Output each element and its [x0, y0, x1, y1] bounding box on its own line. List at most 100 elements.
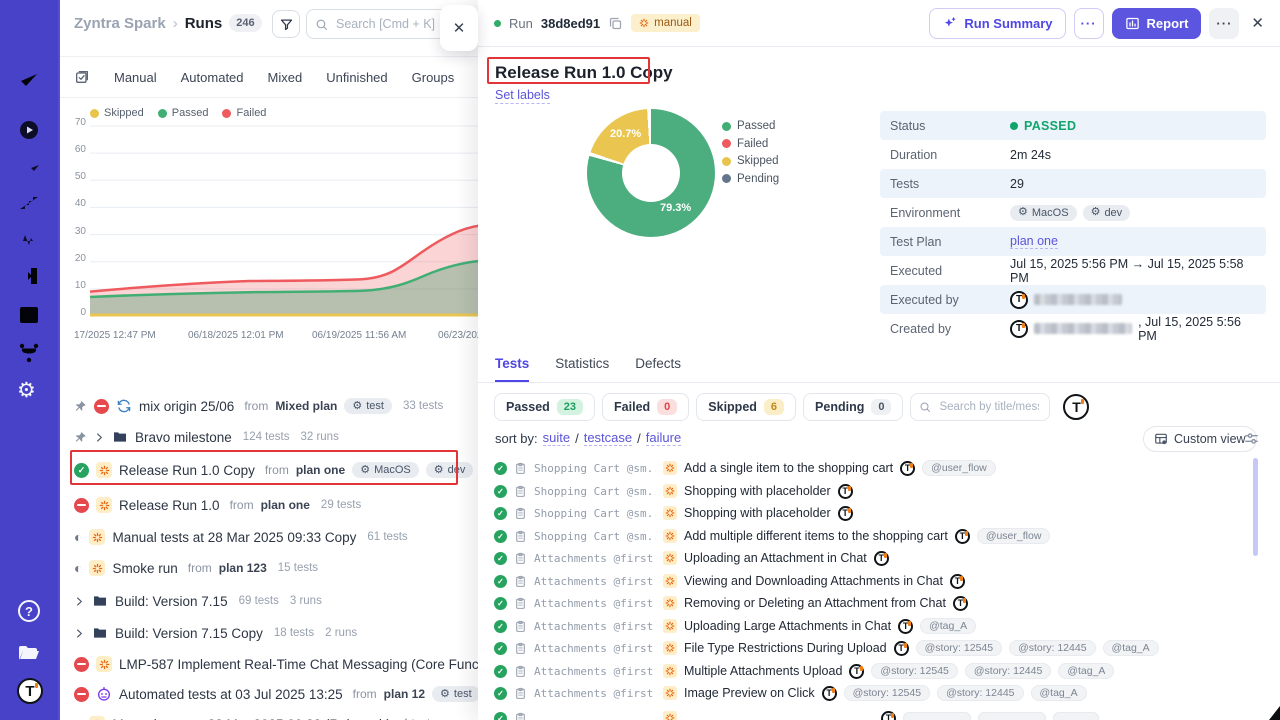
tag-badge[interactable]: @story: 12445 [1009, 640, 1095, 656]
tests-search-input[interactable] [937, 400, 1041, 414]
tab-unfinished[interactable]: Unfinished [326, 70, 387, 85]
report-button[interactable]: Report [1112, 8, 1202, 39]
run-plan-link[interactable]: plan one [261, 498, 310, 512]
tag-badge[interactable]: @story: 12545 [844, 685, 930, 701]
tag-badge[interactable]: @user_flow [977, 528, 1051, 544]
run-plan-link[interactable]: Mixed plan [275, 399, 337, 413]
test-title[interactable]: Uploading Large Attachments in Chat [684, 619, 891, 633]
tab-groups[interactable]: Groups [412, 70, 455, 85]
suite-name[interactable]: Attachments @first [534, 620, 656, 633]
test-row[interactable]: ✓ Shopping Cart @sm... Add multiple diff… [494, 525, 1050, 547]
suite-name[interactable]: Shopping Cart @sm... [534, 462, 656, 475]
test-plans-icon[interactable] [17, 152, 41, 176]
check-icon[interactable] [17, 68, 41, 92]
select-runs-icon[interactable] [74, 69, 90, 85]
filter-skipped-button[interactable]: Skipped6 [696, 393, 796, 421]
help-icon[interactable]: ? [18, 600, 40, 622]
set-labels-link[interactable]: Set labels [495, 88, 550, 104]
run-row[interactable]: ◐ Manual tests at 28 Mar 2025 09:33 (Rel… [60, 710, 478, 720]
breadcrumb-project[interactable]: Zyntra Spark [74, 15, 166, 32]
tag-badge[interactable] [978, 712, 1046, 720]
run-row[interactable]: Bravo milestone 124 tests 32 runs [60, 423, 478, 451]
run-row-selected[interactable]: ✓ Release Run 1.0 Copy from plan one ⚙Ma… [60, 456, 478, 484]
test-title[interactable]: Shopping with placeholder [684, 484, 831, 498]
import-icon[interactable] [17, 264, 41, 288]
test-title[interactable]: Viewing and Downloading Attachments in C… [684, 574, 943, 588]
test-row[interactable]: ✓ Attachments @first File Type Restricti… [494, 637, 1159, 659]
projects-folder-icon[interactable] [17, 640, 41, 664]
sort-by-failure[interactable]: failure [646, 430, 681, 446]
tag-badge[interactable]: @tag_A [1058, 663, 1114, 679]
run-plan-link[interactable]: plan 12 [384, 687, 425, 701]
runs-icon[interactable] [17, 118, 41, 142]
test-row[interactable]: ✓ Attachments @first Removing or Deletin… [494, 592, 968, 614]
close-detail-button[interactable]: ✕ [1251, 14, 1264, 32]
tag-badge[interactable] [903, 712, 971, 720]
test-row[interactable]: ✓ Shopping Cart @sm... Add a single item… [494, 457, 996, 479]
test-title[interactable]: Removing or Deleting an Attachment from … [684, 596, 946, 610]
tag-badge[interactable]: @tag_A [1031, 685, 1087, 701]
test-plan-link[interactable]: plan one [1010, 234, 1058, 249]
tag-badge[interactable]: @story: 12545 [871, 663, 957, 679]
tab-defects[interactable]: Defects [635, 356, 681, 382]
tab-manual[interactable]: Manual [114, 70, 157, 85]
suite-name[interactable]: Attachments @first [534, 665, 656, 678]
tag-badge[interactable]: @tag_A [920, 618, 976, 634]
tag-badge[interactable]: @story: 12445 [937, 685, 1023, 701]
chevron-right-icon[interactable] [74, 596, 85, 607]
suite-name[interactable]: Attachments @first [534, 642, 656, 655]
reports-icon[interactable] [17, 303, 41, 327]
suite-name[interactable]: Attachments @first [534, 552, 656, 565]
tag-badge[interactable] [1053, 712, 1099, 720]
tag-badge[interactable]: @user_flow [922, 460, 996, 476]
run-plan-link[interactable]: plan 123 [219, 561, 267, 575]
test-row[interactable]: ✓ Attachments @first Uploading Large Att… [494, 615, 976, 637]
test-row[interactable]: ✓ Attachments @first Uploading an Attach… [494, 547, 889, 569]
test-title[interactable]: Image Preview on Click [684, 686, 815, 700]
test-title[interactable]: Shopping with placeholder [684, 506, 831, 520]
tag-badge[interactable]: @story: 12445 [965, 663, 1051, 679]
summary-more-button[interactable]: ··· [1074, 8, 1104, 39]
run-row[interactable]: mix origin 25/06 from Mixed plan ⚙test 3… [60, 392, 478, 420]
run-row[interactable]: Automated tests at 03 Jul 2025 13:25 fro… [60, 680, 478, 708]
test-title[interactable]: File Type Restrictions During Upload [684, 641, 887, 655]
steps-icon[interactable] [17, 190, 41, 214]
breadcrumb-section[interactable]: Runs [185, 15, 223, 32]
test-title[interactable]: Add a single item to the shopping cart [684, 461, 893, 475]
run-row[interactable]: LMP-587 Implement Real-Time Chat Messagi… [60, 650, 478, 678]
tests-search[interactable] [910, 393, 1050, 421]
settings-gear-icon[interactable]: ⚙ [17, 380, 41, 404]
chevron-right-icon[interactable] [94, 432, 105, 443]
suite-name[interactable]: Shopping Cart @sm... [534, 530, 656, 543]
filter-passed-button[interactable]: Passed23 [494, 393, 595, 421]
test-row[interactable]: ✓ Attachments @first Multiple Attachment… [494, 660, 1114, 682]
close-panel-button[interactable]: ✕ [440, 5, 478, 51]
suite-name[interactable]: Attachments @first [534, 575, 656, 588]
runs-search[interactable] [306, 9, 456, 39]
suite-name[interactable]: Shopping Cart @sm... [534, 507, 656, 520]
suite-name[interactable]: Attachments @first [534, 687, 656, 700]
custom-view-button[interactable]: Custom view [1143, 426, 1257, 452]
test-row[interactable]: ✓ Attachments @first Viewing and Downloa… [494, 570, 965, 592]
test-row[interactable]: ✓ Shopping Cart @sm... Shopping with pla… [494, 502, 853, 524]
test-title[interactable]: Uploading an Attachment in Chat [684, 551, 867, 565]
sort-by-testcase[interactable]: testcase [584, 430, 632, 446]
tag-badge[interactable]: @story: 12545 [916, 640, 1002, 656]
filter-failed-button[interactable]: Failed0 [602, 393, 689, 421]
menu-icon[interactable] [17, 16, 41, 40]
test-title[interactable]: Multiple Attachments Upload [684, 664, 842, 678]
tag-badge[interactable]: @tag_A [1103, 640, 1159, 656]
tab-mixed[interactable]: Mixed [268, 70, 303, 85]
suite-name[interactable]: Attachments @first [534, 597, 656, 610]
run-plan-link[interactable]: plan one [296, 463, 345, 477]
sliders-icon[interactable] [1243, 430, 1260, 447]
runs-search-input[interactable] [334, 16, 447, 32]
run-row[interactable]: Build: Version 7.15 69 tests 3 runs [60, 587, 478, 615]
filter-pending-button[interactable]: Pending0 [803, 393, 903, 421]
run-row[interactable]: ◐ Smoke run from plan 123 15 tests [60, 554, 478, 582]
tab-statistics[interactable]: Statistics [555, 356, 609, 382]
more-actions-button[interactable]: ··· [1209, 8, 1239, 39]
tab-tests[interactable]: Tests [495, 356, 529, 382]
scrollbar-thumb[interactable] [1253, 458, 1258, 556]
branches-icon[interactable] [17, 341, 41, 365]
